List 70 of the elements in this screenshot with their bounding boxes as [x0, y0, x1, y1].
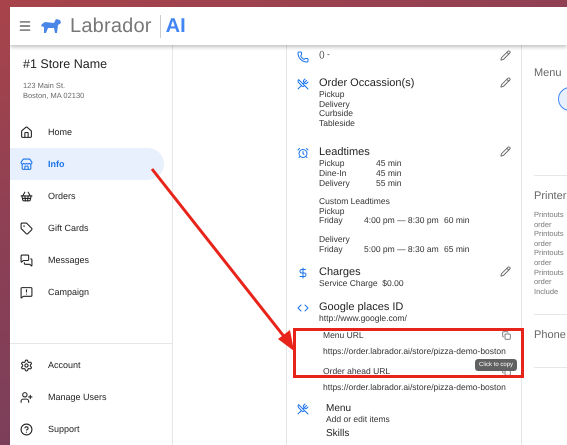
nav-item[interactable]: Home	[10, 116, 164, 148]
leadtime-cell-text: 65 min	[444, 244, 471, 254]
nav-item[interactable]: Manage Users	[10, 381, 164, 413]
section-text: Tableside	[319, 118, 356, 128]
messages-icon	[20, 254, 33, 266]
brand-suffix: AI	[160, 14, 186, 38]
settings-icon	[20, 358, 33, 372]
leadtime-cell-text: 45 min	[376, 168, 403, 179]
url-text: https://order.labrador.ai/store/pizza-demo-boston	[323, 381, 507, 394]
leadtime-cell-text: 55 min	[376, 178, 403, 188]
panel-title: Printer	[534, 190, 567, 202]
leadtime-cell-text: Dine-In	[319, 168, 348, 179]
brand-name: Labrador	[70, 14, 152, 38]
nav-item[interactable]: Gift Cards	[10, 212, 164, 244]
edit-icon[interactable]	[500, 50, 511, 61]
code-icon	[297, 302, 309, 314]
link-title[interactable]: Menu	[326, 403, 390, 416]
dollar-icon	[297, 267, 309, 280]
url-text: https://order.labrador.ai/store/pizza-demo-boston	[323, 345, 507, 358]
section-text: () -	[319, 50, 331, 60]
leadtime-cell-text: Delivery	[319, 178, 351, 188]
edit-icon[interactable]	[500, 77, 511, 88]
alarm-clock-icon	[297, 147, 309, 160]
section-title: Charges	[319, 266, 362, 280]
leadtime-cell-text: Friday	[319, 216, 343, 226]
utensils-icon	[297, 78, 309, 90]
section-text: Delivery	[319, 100, 350, 109]
section-title: Leadtimes	[319, 146, 371, 160]
store-icon	[20, 158, 33, 170]
add-user-icon	[20, 390, 33, 404]
nav-item[interactable]: Orders	[10, 180, 164, 212]
nav-item[interactable]: Messages	[10, 244, 164, 276]
nav-item[interactable]: Support	[10, 413, 164, 445]
copy-icon[interactable]	[502, 330, 511, 340]
edit-icon[interactable]	[500, 266, 511, 278]
leadtime-cell-text: Pickup	[319, 159, 346, 169]
section-text: Service Charge $0.00	[319, 279, 405, 289]
section-text: Custom Leadtimes	[319, 197, 391, 207]
home-icon	[20, 126, 33, 138]
leadtime-cell-text: 45 min	[376, 159, 403, 169]
link-title[interactable]: Skills	[326, 428, 350, 440]
menu-icon[interactable]	[18, 19, 32, 33]
nav-item[interactable]: Account	[10, 349, 164, 381]
panel-title: Phone	[534, 329, 567, 342]
section-text: http://www.google.com/	[319, 314, 408, 324]
link-subtitle: Add or edit items	[326, 415, 390, 425]
edit-icon[interactable]	[500, 146, 511, 158]
help-icon	[20, 422, 33, 436]
dog-logo-icon	[40, 18, 62, 34]
phone-icon	[297, 51, 309, 63]
section-title: Order Occassion(s)	[319, 77, 416, 90]
url-label: Menu URL	[323, 330, 364, 340]
leadtime-cell-text: 60 min	[444, 216, 471, 226]
basket-icon	[20, 190, 33, 202]
alert-message-icon	[20, 286, 33, 298]
url-label: Order ahead URL	[323, 366, 390, 376]
leadtime-cell-text: 5:00 pm — 8:30 am	[364, 244, 440, 254]
panel-title: Menu	[534, 67, 563, 79]
tag-icon	[20, 222, 33, 234]
utensils-icon	[297, 403, 309, 416]
nav-item[interactable]: Info	[10, 148, 164, 180]
leadtime-cell-text: Friday	[319, 244, 343, 254]
section-title: Google places ID	[319, 300, 404, 314]
section-text: Pickup	[319, 90, 346, 100]
section-text: Pickup	[319, 206, 346, 216]
section-text: Curbside	[319, 109, 354, 119]
store-name: #1 Store Name	[22, 56, 108, 71]
leadtime-cell-text: 4:00 pm — 8:30 pm	[364, 216, 440, 226]
nav-item[interactable]: Campaign	[10, 276, 164, 308]
section-text: Delivery	[319, 234, 351, 245]
